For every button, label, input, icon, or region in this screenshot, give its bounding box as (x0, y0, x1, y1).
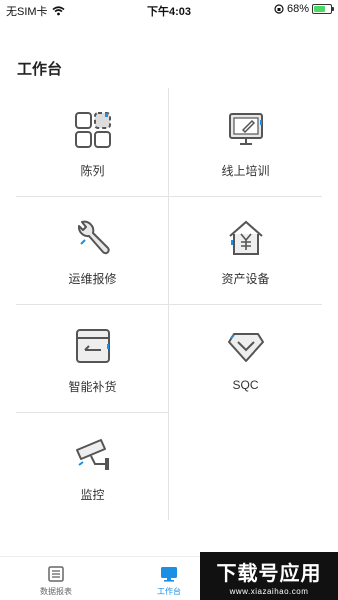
watermark-url: www.xiazaihao.com (229, 586, 309, 596)
watermark: 下载号应用 www.xiazaihao.com (200, 552, 338, 600)
asset-house-icon (228, 220, 263, 255)
watermark-title: 下载号应用 (216, 560, 322, 585)
grid-item-sqc[interactable]: SQC (169, 304, 322, 412)
report-icon (48, 566, 64, 582)
online-training-icon (228, 113, 263, 145)
display-grid-icon (74, 112, 111, 148)
tab-data-report[interactable]: 数据报表 (16, 565, 96, 597)
surveillance-camera-icon (75, 439, 109, 470)
grid-item-smart-restock[interactable]: 智能补货 (16, 304, 169, 412)
sqc-diamond-icon (227, 333, 264, 362)
grid-item-display[interactable]: 陈列 (16, 88, 169, 196)
grid-item-label: 运维报修 (68, 272, 117, 286)
grid-item-maintenance[interactable]: 运维报修 (16, 196, 169, 304)
grid-item-label: 监控 (80, 488, 105, 502)
battery-percent: 68% (286, 3, 309, 15)
tab-workbench[interactable]: 工作台 (129, 565, 209, 597)
page-title: 工作台 (17, 61, 63, 78)
maintenance-wrench-icon (77, 220, 110, 255)
grid-item-label: 陈列 (80, 164, 105, 178)
battery-fill (314, 6, 325, 12)
grid-item-label: 资产设备 (221, 272, 270, 286)
grid-item-label: SQC (232, 378, 259, 392)
battery-icon (312, 4, 334, 14)
grid-item-label: 线上培训 (221, 164, 270, 178)
status-bar: 无SIM卡 下午4:03 68% (0, 0, 338, 20)
orientation-lock-icon (274, 4, 284, 14)
grid-item-surveillance[interactable]: 监控 (16, 412, 169, 520)
workbench-grid: 陈列 线上培训 运维报修 资产设备 智能补货 SQC 监控 (16, 88, 322, 520)
tab-label: 数据报表 (40, 587, 72, 596)
status-right: 68% (274, 3, 334, 15)
grid-item-online-training[interactable]: 线上培训 (169, 88, 322, 196)
grid-item-label: 智能补货 (68, 380, 117, 394)
smart-restock-icon (75, 329, 110, 363)
grid-item-assets[interactable]: 资产设备 (169, 196, 322, 304)
tab-label: 工作台 (157, 587, 181, 596)
workbench-icon (161, 567, 177, 582)
